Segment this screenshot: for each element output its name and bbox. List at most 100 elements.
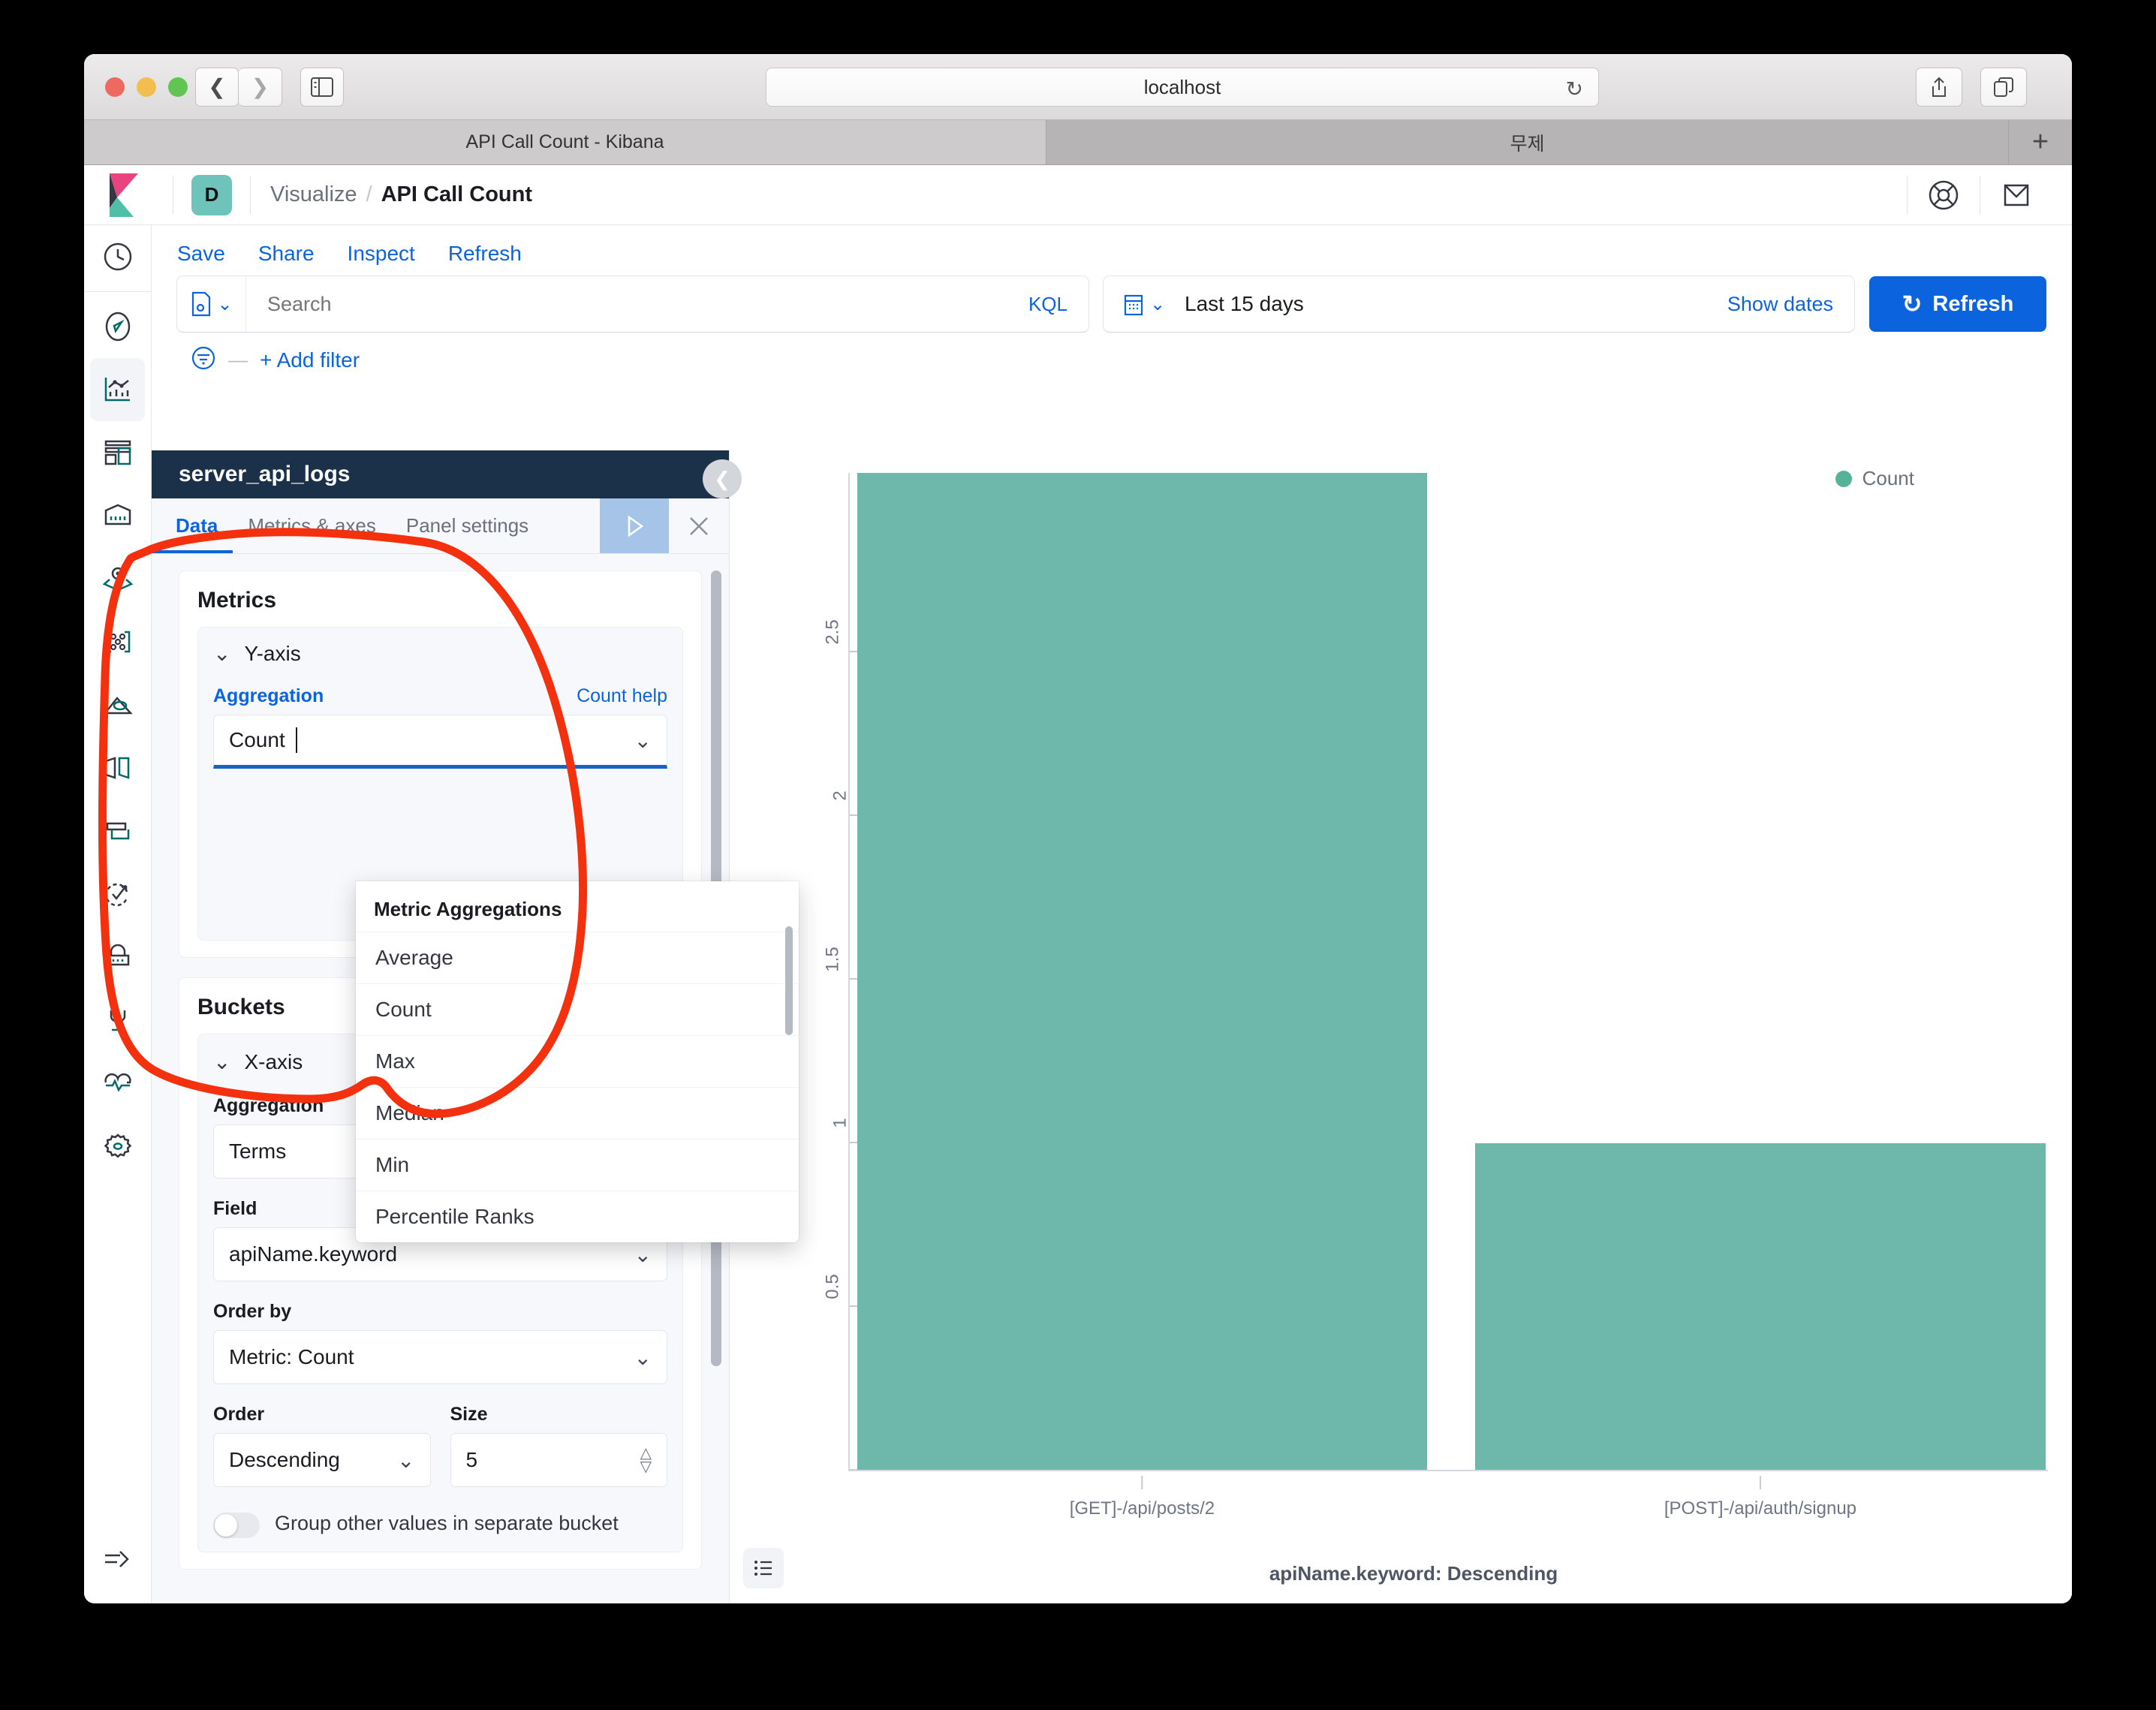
sidebar-item-management[interactable] <box>84 1115 151 1178</box>
sidebar-item-visualize[interactable] <box>90 358 145 421</box>
metric-aggregation-dropdown[interactable]: Metric Aggregations Average Count Max Me… <box>356 881 799 1242</box>
breadcrumb: Visualize / API Call Count <box>270 182 532 207</box>
add-filter-button[interactable]: + Add filter <box>260 348 360 372</box>
date-range-value[interactable]: Last 15 days <box>1185 292 1727 316</box>
dropdown-option-min[interactable]: Min <box>356 1139 799 1191</box>
sidebar-item-apm[interactable] <box>84 799 151 863</box>
order-by-select[interactable]: Metric: Count ⌄ <box>213 1330 667 1384</box>
saved-query-icon[interactable]: ⌄ <box>177 276 246 332</box>
heartbeat-icon <box>102 1067 134 1099</box>
show-tabs-icon[interactable] <box>1980 68 2027 107</box>
size-stepper[interactable]: 5 △▽ <box>450 1433 668 1487</box>
size-value: 5 <box>466 1448 478 1472</box>
sidebar-item-infrastructure[interactable] <box>84 673 151 736</box>
yaxis-label: Y-axis <box>244 642 300 666</box>
group-other-values-row[interactable]: Group other values in separate bucket <box>213 1510 667 1538</box>
y-tick: 2 <box>836 785 845 806</box>
back-arrow-icon[interactable]: ❮ <box>195 68 239 107</box>
collapse-nav-icon[interactable] <box>84 1530 151 1590</box>
space-avatar[interactable]: D <box>191 175 232 215</box>
search-input[interactable] <box>246 293 1007 316</box>
chevron-down-icon: ⌄ <box>217 294 232 315</box>
y-tick: 1.5 <box>821 949 845 970</box>
chevron-down-icon[interactable]: ⌄ <box>213 641 230 666</box>
sidebar-toggle-icon[interactable] <box>300 68 344 107</box>
dropdown-option-count[interactable]: Count <box>356 983 799 1035</box>
maximize-window-button[interactable] <box>168 77 188 97</box>
collapse-panel-icon[interactable]: ❮ <box>703 459 742 498</box>
metric-aggregation-select[interactable]: Count ⌄ <box>213 715 667 769</box>
visualize-topnav: Save Share Inspect Refresh <box>152 225 2072 269</box>
visualization-chart-panel: ❮ Count Count 0.5 1 1.5 2 2.5 <box>730 450 2072 1603</box>
refresh-button[interactable]: Refresh <box>448 242 522 266</box>
bar-1[interactable] <box>1475 1143 2046 1470</box>
tab-metrics-axes[interactable]: Metrics & axes <box>233 498 391 553</box>
kibana-header: D Visualize / API Call Count <box>84 165 2072 225</box>
order-value: Descending <box>229 1448 340 1472</box>
index-pattern-title: server_api_logs <box>152 450 729 498</box>
stepper-arrows-icon[interactable]: △▽ <box>640 1447 652 1474</box>
share-icon[interactable] <box>1916 68 1962 107</box>
address-bar[interactable]: localhost ↻ <box>766 68 1599 107</box>
sidebar-item-siem[interactable] <box>84 926 151 989</box>
sidebar-item-monitoring[interactable] <box>84 1052 151 1115</box>
close-window-button[interactable] <box>105 77 125 97</box>
breadcrumb-visualize[interactable]: Visualize <box>270 182 357 207</box>
dropdown-option-max[interactable]: Max <box>356 1035 799 1087</box>
browser-tab-1[interactable]: 무제 <box>1046 120 2009 164</box>
tab-data[interactable]: Data <box>152 498 233 553</box>
sidebar-item-recently-viewed[interactable] <box>84 225 151 288</box>
chevron-down-icon[interactable]: ⌄ <box>634 728 652 753</box>
sidebar-item-machine-learning[interactable] <box>84 610 151 673</box>
show-dates-button[interactable]: Show dates <box>1727 293 1854 316</box>
filter-icon[interactable] <box>191 345 216 375</box>
refresh-query-button[interactable]: ↻ Refresh <box>1869 276 2046 332</box>
legend-list-icon[interactable] <box>743 1548 784 1588</box>
sidebar-item-canvas[interactable] <box>84 484 151 547</box>
tab-title: 무제 <box>1510 129 1544 156</box>
share-button[interactable]: Share <box>258 242 315 266</box>
browser-titlebar: ❮ ❯ localhost ↻ <box>84 54 2072 120</box>
main-content: Save Share Inspect Refresh ⌄ KQL <box>152 225 2072 1603</box>
calendar-icon[interactable]: ⌄ <box>1104 292 1185 316</box>
y-tick-label: 0.5 <box>822 1274 843 1299</box>
sidebar-item-uptime[interactable] <box>84 863 151 926</box>
yaxis-header[interactable]: ⌄ Y-axis <box>213 641 667 666</box>
field-label: Field <box>213 1198 257 1220</box>
group-other-values-label: Group other values in separate bucket <box>275 1510 619 1538</box>
order-select[interactable]: Descending ⌄ <box>213 1433 431 1487</box>
browser-tab-0[interactable]: API Call Count - Kibana <box>84 120 1046 164</box>
help-circle-icon[interactable] <box>1908 179 1980 211</box>
group-other-values-toggle[interactable] <box>213 1513 260 1538</box>
dropdown-option-median[interactable]: Median <box>356 1087 799 1139</box>
sidebar-item-logs[interactable] <box>84 736 151 799</box>
chevron-down-icon[interactable]: ⌄ <box>634 1345 652 1370</box>
mail-icon[interactable] <box>1980 181 2052 209</box>
dashboard-grid-icon <box>102 437 134 468</box>
chevron-down-icon[interactable]: ⌄ <box>397 1448 414 1473</box>
browser-window: ❮ ❯ localhost ↻ API Call Count - Kibana … <box>84 54 2072 1603</box>
plus-icon[interactable]: + <box>2009 120 2072 164</box>
reload-icon[interactable]: ↻ <box>1566 77 1583 101</box>
inspect-button[interactable]: Inspect <box>348 242 415 266</box>
count-help-link[interactable]: Count help <box>577 685 667 707</box>
bar-0[interactable] <box>857 473 1428 1470</box>
apply-changes-play-icon[interactable] <box>600 498 669 553</box>
field-value: apiName.keyword <box>229 1242 397 1266</box>
dropdown-option-percentile-ranks[interactable]: Percentile Ranks <box>356 1191 799 1242</box>
sidebar-item-maps[interactable] <box>84 547 151 610</box>
chevron-down-icon[interactable]: ⌄ <box>213 1049 230 1074</box>
sidebar-item-discover[interactable] <box>84 295 151 358</box>
close-icon[interactable] <box>669 498 729 553</box>
chevron-down-icon[interactable]: ⌄ <box>634 1242 652 1267</box>
tab-panel-settings[interactable]: Panel settings <box>391 498 544 553</box>
save-button[interactable]: Save <box>177 242 225 266</box>
dropdown-scrollbar[interactable] <box>785 926 793 1035</box>
sidebar-item-dev-tools[interactable] <box>84 989 151 1052</box>
kibana-logo[interactable] <box>84 172 173 218</box>
minimize-window-button[interactable] <box>137 77 156 97</box>
dropdown-option-average[interactable]: Average <box>356 932 799 983</box>
sidebar-item-dashboard[interactable] <box>84 421 151 484</box>
forward-arrow-icon[interactable]: ❯ <box>239 68 282 107</box>
query-language-label[interactable]: KQL <box>1007 293 1089 316</box>
